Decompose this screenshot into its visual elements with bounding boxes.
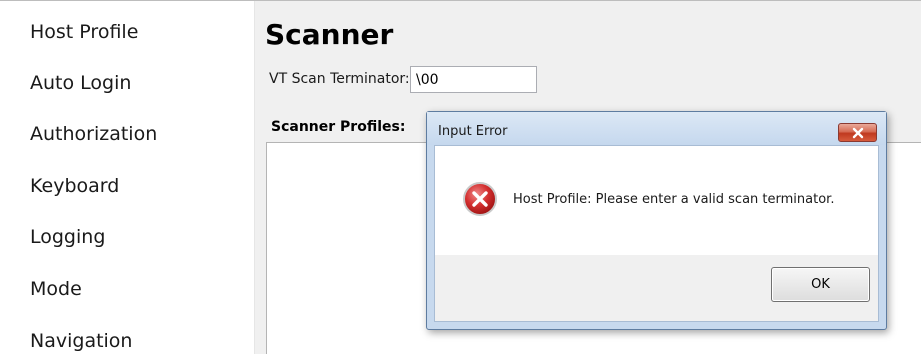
scanner-profiles-label: Scanner Profiles: bbox=[271, 119, 406, 135]
dialog-title: Input Error bbox=[438, 124, 508, 139]
dialog-message-area: Host Profile: Please enter a valid scan … bbox=[435, 146, 878, 255]
close-icon bbox=[852, 127, 863, 138]
sidebar-item-logging[interactable]: Logging bbox=[30, 225, 105, 249]
app-window: Host Profile Auto Login Authorization Ke… bbox=[0, 0, 921, 354]
input-error-dialog: Input Error Host Profile: Please enter a… bbox=[426, 111, 887, 330]
page-title: Scanner bbox=[265, 18, 394, 51]
sidebar-item-navigation[interactable]: Navigation bbox=[30, 329, 132, 353]
sidebar-item-auto-login[interactable]: Auto Login bbox=[30, 71, 131, 95]
sidebar-item-authorization[interactable]: Authorization bbox=[30, 122, 157, 146]
sidebar: Host Profile Auto Login Authorization Ke… bbox=[0, 1, 255, 354]
sidebar-item-host-profile[interactable]: Host Profile bbox=[30, 20, 138, 44]
ok-button[interactable]: OK bbox=[771, 267, 870, 302]
sidebar-item-keyboard[interactable]: Keyboard bbox=[30, 174, 119, 198]
dialog-close-button[interactable] bbox=[838, 123, 877, 142]
error-icon bbox=[463, 182, 497, 216]
vt-scan-terminator-label: VT Scan Terminator: bbox=[269, 71, 410, 87]
dialog-body: Host Profile: Please enter a valid scan … bbox=[434, 145, 879, 322]
dialog-titlebar[interactable]: Input Error bbox=[427, 112, 886, 145]
dialog-message: Host Profile: Please enter a valid scan … bbox=[513, 192, 835, 207]
vt-scan-terminator-input[interactable] bbox=[410, 66, 537, 93]
sidebar-item-mode[interactable]: Mode bbox=[30, 277, 82, 301]
